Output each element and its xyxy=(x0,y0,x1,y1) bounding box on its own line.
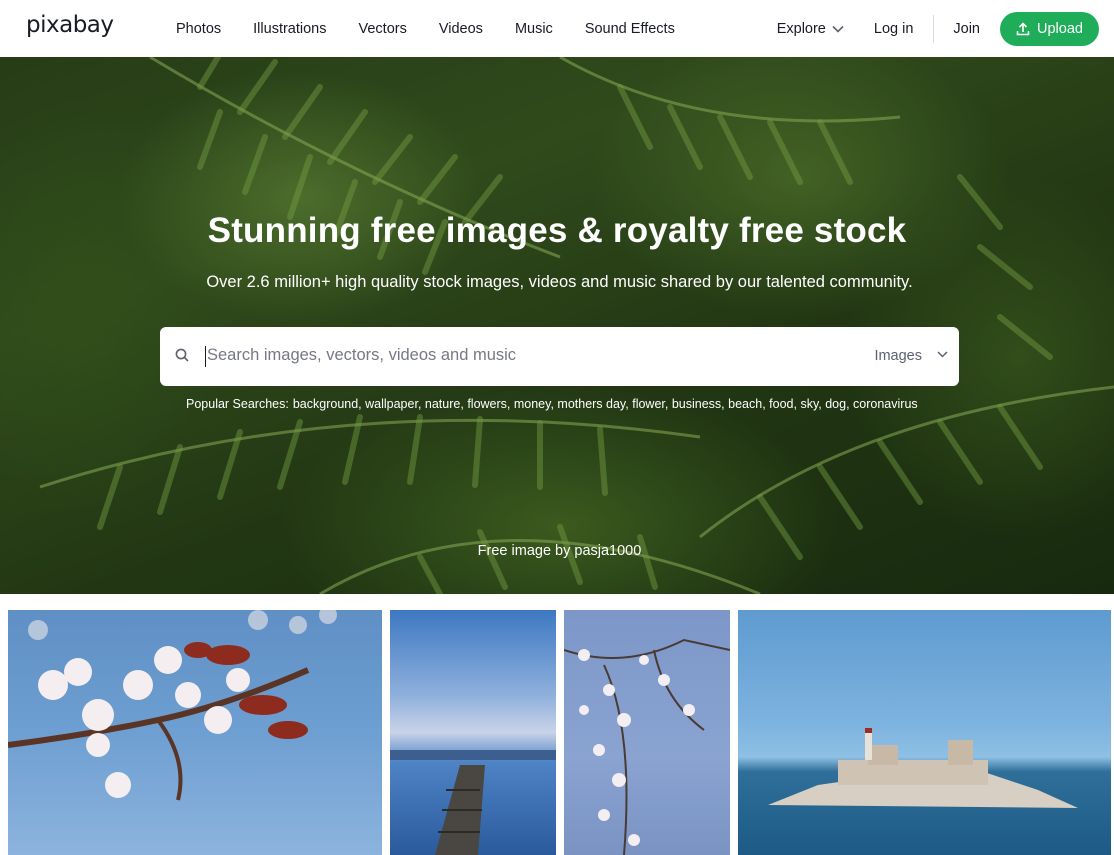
popular-search-term[interactable]: dog xyxy=(825,397,846,411)
main-nav: Photos Illustrations Vectors Videos Musi… xyxy=(160,0,691,57)
popular-search-term[interactable]: nature xyxy=(425,397,460,411)
gallery-image-island-castle[interactable] xyxy=(738,610,1111,855)
explore-menu[interactable]: Explore xyxy=(777,21,844,37)
term-separator: , xyxy=(417,397,425,411)
chevron-down-icon[interactable] xyxy=(937,351,948,358)
popular-search-term[interactable]: beach xyxy=(728,397,762,411)
top-navigation-bar: pixabay Photos Illustrations Vectors Vid… xyxy=(0,0,1114,57)
pixabay-logo[interactable]: pixabay xyxy=(26,12,114,38)
search-icon xyxy=(175,348,189,362)
upload-label: Upload xyxy=(1037,20,1083,37)
popular-search-term[interactable]: business xyxy=(672,397,721,411)
popular-search-term[interactable]: wallpaper xyxy=(365,397,418,411)
cherry-blossom-branch-graphic xyxy=(8,610,337,801)
text-cursor xyxy=(205,346,206,367)
header-actions: Explore Log in Join Upload xyxy=(777,0,1099,57)
nav-videos[interactable]: Videos xyxy=(423,21,499,37)
image-credit[interactable]: Free image by pasja1000 xyxy=(0,543,1114,559)
popular-search-term[interactable]: food xyxy=(769,397,793,411)
term-separator: , xyxy=(506,397,514,411)
popular-search-term[interactable]: flowers xyxy=(467,397,507,411)
search-bar: Search images, vectors, videos and music… xyxy=(160,327,959,386)
gallery-image-pier[interactable] xyxy=(390,610,556,855)
hero-title: Stunning free images & royalty free stoc… xyxy=(207,211,907,250)
island-castle-graphic xyxy=(768,728,1078,808)
popular-search-term[interactable]: money xyxy=(514,397,551,411)
popular-search-term[interactable]: background xyxy=(293,397,358,411)
nav-illustrations[interactable]: Illustrations xyxy=(237,21,342,37)
upload-icon xyxy=(1016,21,1030,35)
term-separator: , xyxy=(664,397,672,411)
pier-graphic xyxy=(390,750,556,855)
explore-label: Explore xyxy=(776,20,826,37)
gallery-image-blossom-sky[interactable] xyxy=(564,610,730,855)
nav-photos[interactable]: Photos xyxy=(160,21,237,37)
login-link[interactable]: Log in xyxy=(874,21,914,37)
nav-vectors[interactable]: Vectors xyxy=(343,21,423,37)
popular-searches-label: Popular Searches: xyxy=(186,397,289,411)
gallery-image-cherry-blossom[interactable] xyxy=(8,610,382,855)
search-type-select[interactable]: Images xyxy=(874,348,922,364)
chevron-down-icon xyxy=(832,25,844,33)
popular-search-term[interactable]: sky xyxy=(800,397,818,411)
image-gallery xyxy=(0,610,1114,855)
term-separator: , xyxy=(846,397,854,411)
upload-button[interactable]: Upload xyxy=(1000,11,1099,46)
blossom-branches-graphic xyxy=(564,638,730,855)
hero-subtitle: Over 2.6 million+ high quality stock ima… xyxy=(206,273,913,291)
header-divider xyxy=(933,14,935,43)
popular-search-term[interactable]: flower xyxy=(632,397,665,411)
popular-terms: background, wallpaper, nature, flowers, … xyxy=(293,397,918,411)
hero-banner: Stunning free images & royalty free stoc… xyxy=(0,57,1114,594)
nav-sound-effects[interactable]: Sound Effects xyxy=(569,21,691,37)
search-input[interactable]: Search images, vectors, videos and music xyxy=(207,346,516,365)
popular-search-term[interactable]: coronavirus xyxy=(853,397,918,411)
nav-music[interactable]: Music xyxy=(499,21,569,37)
hero-overlay xyxy=(0,57,1114,594)
popular-search-term[interactable]: mothers day xyxy=(557,397,625,411)
join-link[interactable]: Join xyxy=(953,21,980,37)
popular-searches: Popular Searches: background, wallpaper, … xyxy=(186,397,918,411)
